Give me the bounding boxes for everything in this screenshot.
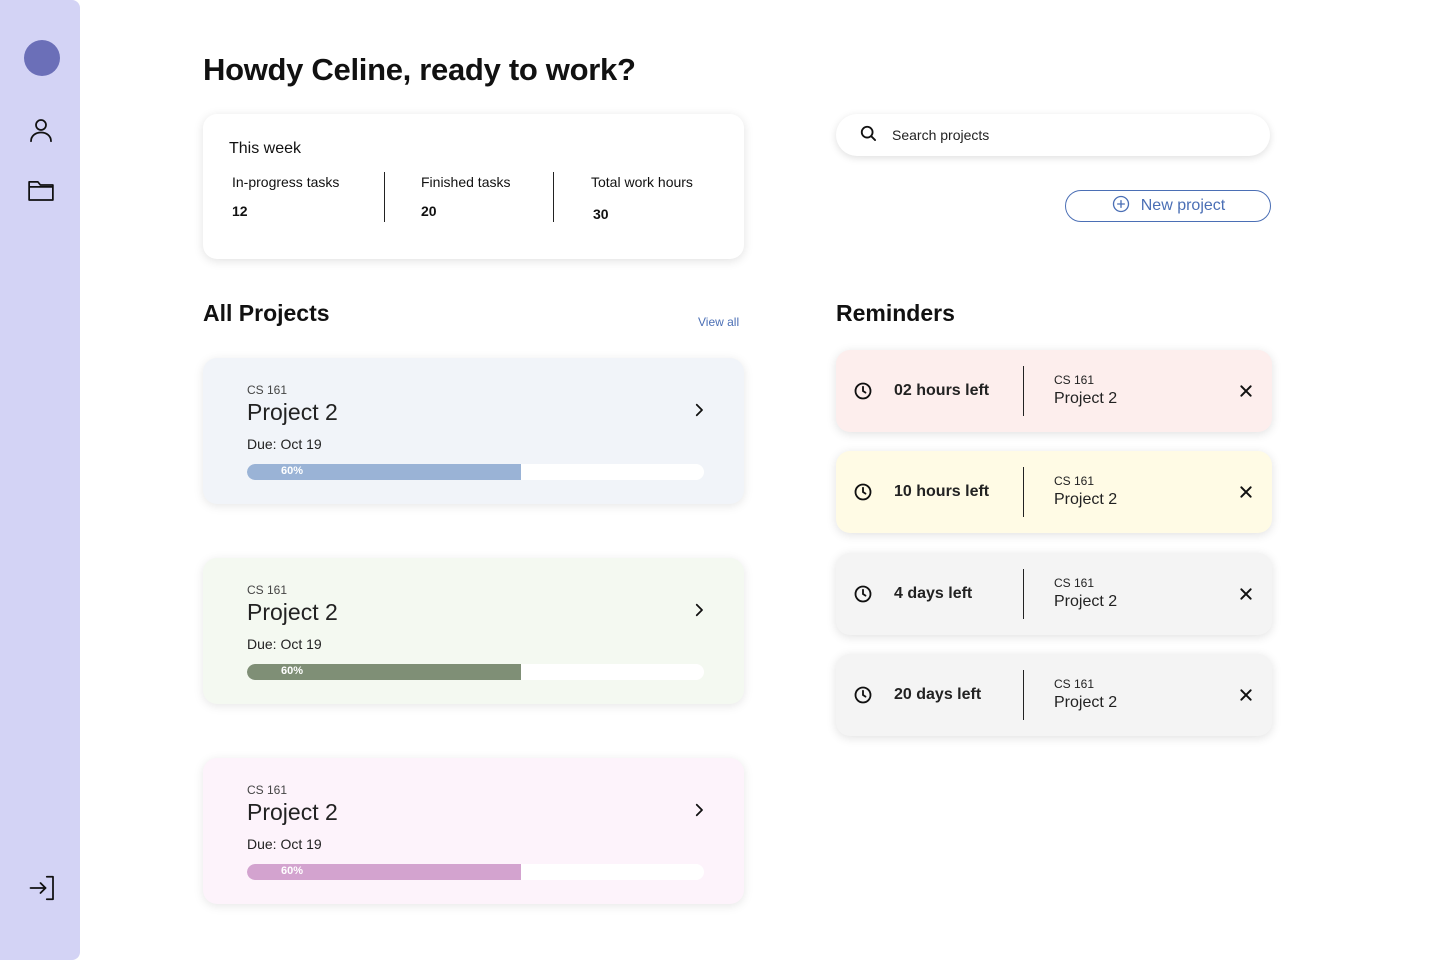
close-icon[interactable] [1238,383,1254,399]
reminder-course: CS 161 [1054,474,1095,488]
progress-label: 60% [281,465,304,477]
clock-icon [853,685,873,705]
reminder-card[interactable]: 02 hours left CS 161 Project 2 [836,350,1272,432]
close-icon[interactable] [1238,586,1254,602]
close-icon[interactable] [1238,687,1254,703]
project-course: CS 161 [247,383,288,397]
folder-icon[interactable] [24,173,58,207]
search-icon [858,123,878,148]
stat-value: 20 [421,203,437,219]
divider [384,172,385,222]
progress-fill: 60% [247,664,522,680]
divider [553,172,554,222]
plus-circle-icon [1111,194,1131,219]
reminder-card[interactable]: 4 days left CS 161 Project 2 [836,553,1272,635]
project-name: Project 2 [247,599,338,625]
progress-bar: 60% [247,864,704,880]
divider [1023,366,1024,416]
reminder-project-name: Project 2 [1054,694,1118,711]
reminder-course: CS 161 [1054,373,1095,387]
project-card[interactable]: CS 161 Project 2 Due: Oct 19 60% [203,758,744,904]
project-card[interactable]: CS 161 Project 2 Due: Oct 19 60% [203,558,744,704]
project-course: CS 161 [247,583,288,597]
stat-work-hours: Total work hours 30 [591,174,693,222]
project-card[interactable]: CS 161 Project 2 Due: Oct 19 60% [203,358,744,504]
chevron-right-icon[interactable] [690,601,708,619]
reminder-course: CS 161 [1054,576,1095,590]
chevron-right-icon[interactable] [690,401,708,419]
clock-icon [853,381,873,401]
project-due-date: Due: Oct 19 [247,836,322,852]
search-bar[interactable] [836,114,1270,156]
progress-bar: 60% [247,664,704,680]
chevron-right-icon[interactable] [690,801,708,819]
progress-bar: 60% [247,464,704,480]
new-project-label: New project [1140,197,1226,214]
search-input[interactable] [892,127,1232,143]
clock-icon [853,482,873,502]
reminder-project-name: Project 2 [1054,593,1118,610]
stat-finished: Finished tasks 20 [421,174,510,219]
close-icon[interactable] [1238,484,1254,500]
stat-value: 12 [232,203,248,219]
user-icon[interactable] [24,113,58,147]
reminder-card[interactable]: 10 hours left CS 161 Project 2 [836,451,1272,533]
week-title: This week [229,140,302,157]
reminder-project-name: Project 2 [1054,390,1118,407]
project-course: CS 161 [247,783,288,797]
stat-in-progress: In-progress tasks 12 [232,174,339,219]
new-project-button[interactable]: New project [1065,190,1271,222]
project-name: Project 2 [247,399,338,425]
reminder-time-left: 20 days left [894,686,982,703]
stat-label: Finished tasks [421,174,511,190]
logout-icon[interactable] [26,871,60,905]
reminder-time-left: 10 hours left [894,483,990,500]
progress-label: 60% [281,865,304,877]
progress-fill: 60% [247,464,522,480]
divider [1023,569,1024,619]
week-stats-card: This week In-progress tasks 12 Finished … [203,114,744,259]
project-due-date: Due: Oct 19 [247,436,322,452]
clock-icon [853,584,873,604]
view-all-link[interactable]: View all [698,315,739,329]
reminder-time-left: 4 days left [894,585,973,602]
progress-label: 60% [281,665,304,677]
avatar[interactable] [24,40,60,76]
stat-value: 30 [593,206,609,222]
reminders-heading: Reminders [836,300,955,326]
reminder-project-name: Project 2 [1054,491,1118,508]
reminder-card[interactable]: 20 days left CS 161 Project 2 [836,654,1272,736]
reminder-course: CS 161 [1054,677,1095,691]
page-title: Howdy Celine, ready to work? [203,52,636,87]
stat-label: Total work hours [591,174,693,190]
project-due-date: Due: Oct 19 [247,636,322,652]
divider [1023,670,1024,720]
divider [1023,467,1024,517]
project-name: Project 2 [247,799,338,825]
progress-fill: 60% [247,864,522,880]
reminder-time-left: 02 hours left [894,382,990,399]
all-projects-heading: All Projects [203,300,330,326]
stat-label: In-progress tasks [232,174,340,190]
sidebar [0,0,80,960]
